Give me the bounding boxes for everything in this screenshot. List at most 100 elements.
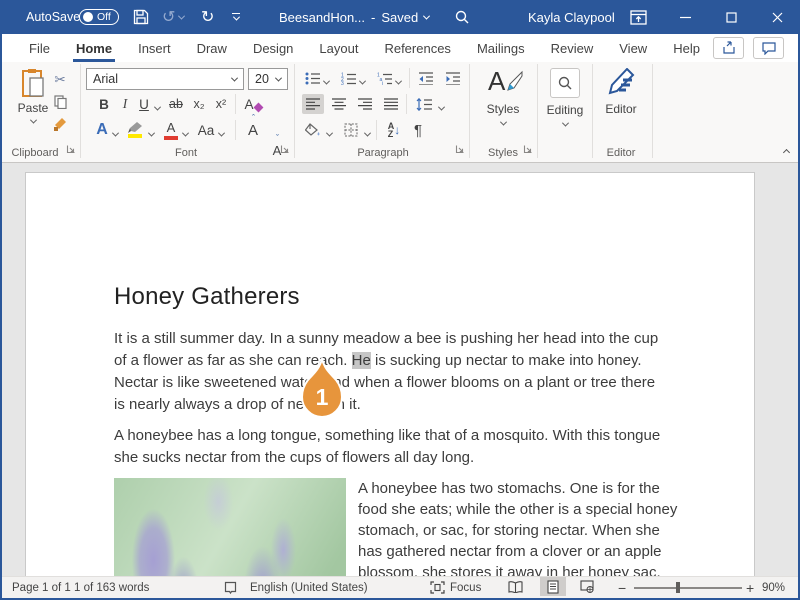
tab-review[interactable]: Review bbox=[538, 34, 607, 62]
tab-layout[interactable]: Layout bbox=[306, 34, 371, 62]
borders-button[interactable] bbox=[340, 120, 362, 140]
title-separator: - bbox=[371, 10, 375, 25]
underline-button[interactable]: U bbox=[135, 94, 153, 114]
comments-button[interactable] bbox=[753, 37, 784, 59]
clear-formatting-button[interactable]: A bbox=[241, 94, 265, 114]
undo-button[interactable]: ↺ bbox=[162, 0, 184, 34]
font-dialog-launcher[interactable] bbox=[280, 141, 290, 159]
line-spacing-button[interactable] bbox=[412, 94, 436, 114]
sort-button[interactable]: A Z ↓ bbox=[382, 120, 406, 140]
minimize-button[interactable] bbox=[670, 0, 700, 34]
increase-indent-button[interactable] bbox=[442, 68, 464, 88]
tab-view[interactable]: View bbox=[606, 34, 660, 62]
strikethrough-button[interactable]: ab bbox=[164, 94, 188, 114]
document-title[interactable]: BeesandHon... - Saved bbox=[279, 0, 429, 34]
shrink-caret-icon: ˇ bbox=[276, 133, 279, 143]
close-button[interactable] bbox=[762, 0, 792, 34]
line-spacing-chevron-icon[interactable] bbox=[436, 98, 446, 118]
font-name-combo[interactable]: Arial bbox=[86, 68, 244, 90]
change-case-chevron-icon[interactable] bbox=[216, 124, 226, 144]
clipboard-dialog-launcher[interactable] bbox=[66, 141, 76, 159]
page-indicator[interactable]: Page 1 of 1 bbox=[12, 577, 71, 598]
format-painter-button[interactable] bbox=[50, 114, 70, 134]
highlight-chevron-icon[interactable] bbox=[146, 124, 156, 144]
align-right-button[interactable] bbox=[354, 94, 376, 114]
tab-draw[interactable]: Draw bbox=[184, 34, 240, 62]
underline-chevron-icon[interactable] bbox=[152, 98, 162, 118]
tab-file[interactable]: File bbox=[16, 34, 63, 62]
language-indicator[interactable]: English (United States) bbox=[250, 577, 368, 598]
group-separator bbox=[652, 64, 653, 158]
copy-button[interactable] bbox=[50, 92, 70, 112]
save-button[interactable] bbox=[133, 0, 149, 34]
dialog-launcher-icon bbox=[523, 144, 533, 154]
document-page[interactable]: Honey Gatherers It is a still summer day… bbox=[25, 172, 755, 576]
shading-chevron-icon[interactable] bbox=[324, 124, 334, 144]
multilevel-chevron-icon[interactable] bbox=[393, 72, 403, 92]
autosave-toggle[interactable]: Off bbox=[79, 9, 119, 25]
tab-help[interactable]: Help bbox=[660, 34, 713, 62]
align-center-button[interactable] bbox=[328, 94, 350, 114]
read-mode-button[interactable] bbox=[502, 577, 528, 596]
font-color-chevron-icon[interactable] bbox=[180, 124, 190, 144]
editing-button[interactable]: Editing bbox=[542, 68, 588, 127]
tab-references[interactable]: References bbox=[371, 34, 463, 62]
search-button[interactable] bbox=[454, 0, 470, 34]
zoom-level[interactable]: 90% bbox=[762, 577, 785, 598]
numbering-button[interactable]: 123 bbox=[338, 68, 358, 88]
bullets-chevron-icon[interactable] bbox=[321, 72, 331, 92]
zoom-in-button[interactable]: + bbox=[746, 577, 754, 598]
font-size-combo[interactable]: 20 bbox=[248, 68, 288, 90]
shading-button[interactable] bbox=[302, 120, 324, 140]
italic-button[interactable]: I bbox=[116, 94, 134, 114]
show-hide-pilcrow-button[interactable]: ¶ bbox=[408, 120, 428, 140]
share-button[interactable] bbox=[713, 37, 744, 59]
tab-mailings[interactable]: Mailings bbox=[464, 34, 538, 62]
change-case-button[interactable]: Aa bbox=[194, 120, 218, 140]
decrease-indent-button[interactable] bbox=[415, 68, 437, 88]
grow-font-button[interactable]: Aˆ bbox=[242, 120, 264, 140]
save-icon bbox=[133, 9, 149, 25]
web-layout-button[interactable] bbox=[574, 577, 600, 596]
focus-button[interactable]: Focus bbox=[430, 577, 481, 598]
redo-button[interactable]: ↻ bbox=[201, 0, 214, 34]
tab-home[interactable]: Home bbox=[63, 34, 125, 62]
zoom-slider-thumb[interactable] bbox=[676, 582, 680, 593]
tab-insert[interactable]: Insert bbox=[125, 34, 184, 62]
selected-word[interactable]: He bbox=[352, 352, 371, 369]
multilevel-list-button[interactable]: 1ai bbox=[374, 68, 394, 88]
styles-button[interactable]: A Styles bbox=[474, 68, 532, 126]
proofing-button[interactable] bbox=[224, 577, 237, 598]
styles-dialog-launcher[interactable] bbox=[523, 141, 533, 159]
lavender-flowers-photo[interactable] bbox=[114, 478, 346, 576]
text-effects-chevron-icon[interactable] bbox=[110, 124, 120, 144]
borders-chevron-icon[interactable] bbox=[362, 124, 372, 144]
zoom-out-button[interactable]: − bbox=[618, 577, 626, 598]
superscript-button[interactable]: x² bbox=[211, 94, 231, 114]
font-color-button[interactable]: A bbox=[160, 120, 182, 140]
maximize-button[interactable] bbox=[716, 0, 746, 34]
text-effects-button[interactable]: A bbox=[92, 120, 112, 140]
document-canvas[interactable]: Honey Gatherers It is a still summer day… bbox=[2, 163, 798, 576]
align-left-button[interactable] bbox=[302, 94, 324, 114]
highlight-button[interactable] bbox=[124, 120, 146, 140]
word-count[interactable]: 1 of 163 words bbox=[74, 577, 149, 598]
font-color-bar bbox=[164, 136, 178, 140]
zoom-slider-track[interactable] bbox=[634, 587, 742, 589]
ribbon-display-options-button[interactable] bbox=[630, 0, 647, 34]
editing-label: Editing bbox=[547, 103, 584, 117]
user-name[interactable]: Kayla Claypool bbox=[528, 0, 615, 34]
paragraph-dialog-launcher[interactable] bbox=[455, 141, 465, 159]
bold-button[interactable]: B bbox=[94, 94, 114, 114]
qat-customize-button[interactable] bbox=[232, 0, 240, 34]
bullets-button[interactable] bbox=[302, 68, 322, 88]
cut-button[interactable]: ✂ bbox=[50, 70, 70, 90]
justify-button[interactable] bbox=[380, 94, 402, 114]
collapse-ribbon-button[interactable] bbox=[777, 142, 795, 162]
tab-design[interactable]: Design bbox=[240, 34, 306, 62]
numbering-chevron-icon[interactable] bbox=[357, 72, 367, 92]
subscript-button[interactable]: x₂ bbox=[189, 94, 209, 114]
print-layout-button[interactable] bbox=[540, 577, 566, 596]
editor-button[interactable]: Editor bbox=[596, 68, 646, 116]
paste-button[interactable]: Paste bbox=[12, 68, 54, 124]
